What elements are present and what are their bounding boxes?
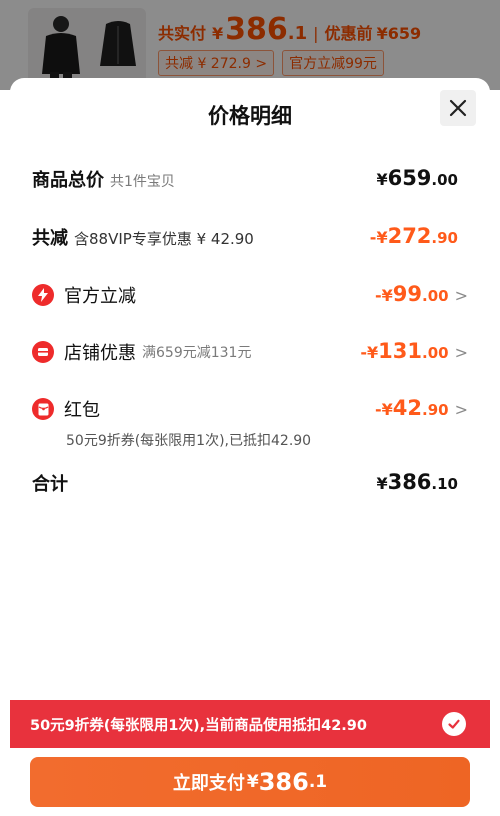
pay-amount-dec: .1 — [308, 772, 328, 792]
sum-row: 合计 ¥ 386 .10 — [32, 470, 468, 500]
goods-count: 共1件宝贝 — [110, 174, 175, 190]
checkmark-icon[interactable] — [442, 712, 466, 736]
chevron-right-icon: > — [454, 343, 468, 362]
coupon-banner[interactable]: 50元9折券(每张限用1次),当前商品使用抵扣42.90 — [10, 700, 490, 748]
store-icon — [32, 341, 54, 363]
goods-total-dec: .00 — [431, 171, 458, 189]
goods-total-int: 659 — [387, 166, 432, 190]
sum-int: 386 — [387, 470, 432, 494]
red-packet-icon — [32, 398, 54, 420]
close-icon — [449, 99, 467, 117]
pay-button-label: 立即支付 — [172, 773, 245, 794]
discount-int: 42 — [392, 396, 423, 420]
total-reduction-label: 共减 — [32, 228, 68, 249]
discount-item-store[interactable]: 店铺优惠 满659元减131元 -¥ 131 .00 > — [32, 339, 468, 369]
sum-dec: .10 — [431, 475, 458, 493]
pay-amount-int: 386 — [258, 768, 309, 796]
chevron-right-icon: > — [454, 286, 468, 305]
sum-currency: ¥ — [376, 474, 388, 493]
discount-currency: -¥ — [375, 286, 393, 305]
goods-total-label: 商品总价 — [32, 170, 104, 191]
vip-discount-note: 含88VIP专享优惠 ¥ 42.90 — [74, 230, 254, 248]
pay-now-button[interactable]: 立即支付 ¥ 386 .1 — [30, 757, 470, 807]
discount-dec: .00 — [422, 287, 449, 305]
pay-currency: ¥ — [246, 772, 259, 792]
coupon-banner-text: 50元9折券(每张限用1次),当前商品使用抵扣42.90 — [30, 717, 367, 734]
discount-item-red-packet[interactable]: 红包 -¥ 42 .90 > — [32, 396, 468, 426]
discount-currency: -¥ — [360, 343, 379, 362]
sum-label: 合计 — [32, 474, 68, 495]
discount-currency: -¥ — [375, 400, 393, 419]
discount-name: 红包 — [64, 400, 100, 421]
discount-name: 店铺优惠 — [64, 343, 136, 364]
discount-name: 官方立减 — [64, 286, 136, 307]
discount-dec: .90 — [422, 401, 449, 419]
total-reduction-row: 共减 含88VIP专享优惠 ¥ 42.90 -¥ 272 .90 — [32, 224, 468, 254]
pay-bar: 立即支付 ¥ 386 .1 — [10, 748, 490, 816]
dim-overlay[interactable] — [0, 0, 500, 90]
goods-total-row: 商品总价 共1件宝贝 ¥ 659 .00 — [32, 166, 468, 196]
sheet-title: 价格明细 — [208, 104, 292, 128]
total-reduction-currency: -¥ — [369, 228, 388, 247]
goods-total-currency: ¥ — [376, 170, 388, 189]
discount-dec: .00 — [422, 344, 449, 362]
total-reduction-int: 272 — [387, 224, 432, 248]
discount-int: 131 — [378, 339, 423, 363]
chevron-right-icon: > — [454, 400, 468, 419]
discount-item-official[interactable]: 官方立减 -¥ 99 .00 > — [32, 282, 468, 312]
close-button[interactable] — [440, 90, 476, 126]
discount-int: 99 — [392, 282, 423, 306]
lightning-icon — [32, 284, 54, 306]
red-packet-note: 50元9折券(每张限用1次),已抵扣42.90 — [66, 433, 312, 449]
discount-condition: 满659元减131元 — [142, 345, 252, 361]
total-reduction-dec: .90 — [431, 229, 458, 247]
